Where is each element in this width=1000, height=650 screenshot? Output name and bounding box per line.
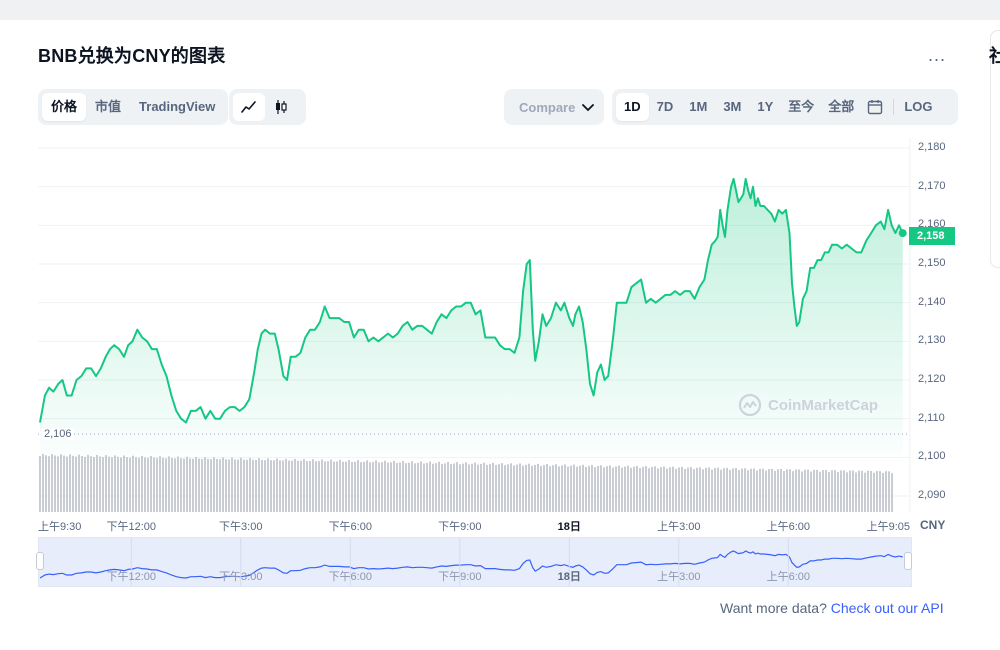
api-link[interactable]: Check out our API	[831, 600, 944, 616]
navigator-tick-label: 下午3:00	[219, 571, 263, 583]
navigator-tick-label: 下午12:00	[106, 571, 157, 583]
navigator-tick-label: 上午3:00	[657, 571, 701, 583]
side-panel-title: 社	[989, 46, 1000, 66]
navigator-left-handle[interactable]	[36, 552, 44, 570]
navigator-chart	[39, 538, 903, 586]
navigator-tick-label: 下午9:00	[438, 571, 482, 583]
navigator-tick-label: 18日	[557, 571, 581, 583]
footer-text: Want more data?	[720, 600, 827, 616]
navigator-tick-label: 下午6:00	[328, 571, 372, 583]
navigator-tick-label: 上午6:00	[766, 571, 811, 583]
navigator-right-handle[interactable]	[904, 552, 912, 570]
footer-note: Want more data? Check out our API	[720, 600, 944, 616]
